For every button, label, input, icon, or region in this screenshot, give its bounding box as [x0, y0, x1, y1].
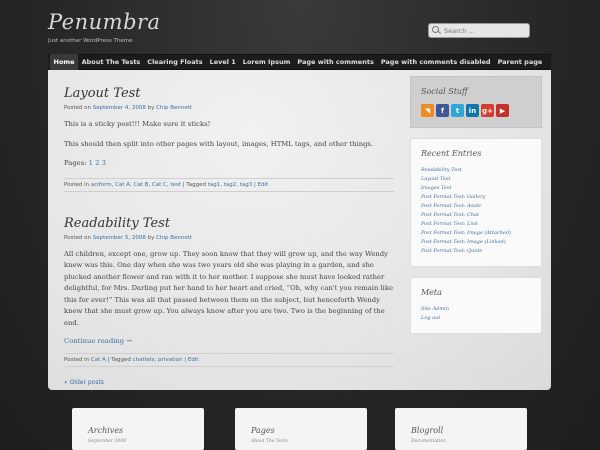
nav-item-lorem-ipsum[interactable]: Lorem Ipsum [239, 54, 294, 70]
recent-entry-link[interactable]: Post Format Test: Image (Linked) [421, 238, 531, 247]
meta-by: by [147, 105, 155, 111]
post-paragraph: This should then split into other pages … [64, 139, 374, 148]
site-tagline: Just another WordPress Theme [48, 38, 133, 44]
footer-widget-link[interactable]: Documentation [411, 439, 511, 444]
post-layout-test: Layout Test Posted on September 4, 2008 … [64, 86, 394, 192]
pages-label: Pages: [64, 159, 87, 167]
main-nav: Home About The Tests Clearing Floats Lev… [48, 54, 551, 70]
recent-entry-link[interactable]: Layout Test [421, 175, 531, 184]
edit-link[interactable]: | Edit [254, 182, 268, 188]
content-wrapper: Layout Test Posted on September 4, 2008 … [48, 70, 551, 390]
widget-title: Recent Entries [421, 149, 482, 158]
footer-widget-title: Archives [88, 426, 124, 435]
page-link-1[interactable]: 1 [89, 159, 93, 167]
meta-link[interactable]: Site Admin [421, 305, 531, 314]
site-title[interactable]: Penumbra [48, 10, 161, 34]
youtube-icon[interactable]: ▶ [496, 104, 509, 117]
post-tags[interactable]: tag1, tag2, tag3 [208, 182, 253, 188]
post-title[interactable]: Readability Test [64, 216, 394, 231]
recent-entries-list: Readability Test Layout Test Images Test Po… [421, 166, 531, 256]
recent-entry-link[interactable]: Images Test [421, 184, 531, 193]
posted-in-label: Posted in [64, 181, 90, 188]
nav-item-parent-page[interactable]: Parent page [494, 54, 546, 70]
posted-in-label: Posted in [64, 357, 90, 363]
rss-icon[interactable]: ◥ [421, 104, 434, 117]
meta-list: Site Admin Log out [421, 305, 531, 323]
footer-widget-title: Blogroll [411, 426, 444, 435]
footer-widget-link[interactable]: September 2008 [88, 439, 188, 444]
post-meta: Posted on September 5, 2008 by Chip Benn… [64, 235, 394, 241]
social-widget: Social Stuff ◥ f t in g+ ▶ [410, 76, 542, 128]
facebook-icon[interactable]: f [436, 104, 449, 117]
edit-link[interactable]: | Edit [184, 357, 198, 363]
post-body: All children, except one, grow up. They … [64, 249, 394, 330]
post-meta: Posted on September 4, 2008 by Chip Benn… [64, 105, 394, 111]
post-date-link[interactable]: September 5, 2008 [93, 235, 146, 241]
nav-item-home[interactable]: Home [50, 54, 79, 70]
recent-entry-link[interactable]: Post Format Test: Aside [421, 202, 531, 211]
recent-entry-link[interactable]: Post Format Test: Quote [421, 247, 531, 256]
twitter-icon[interactable]: t [451, 104, 464, 117]
footer-widget-link[interactable]: About The Tests [251, 439, 351, 444]
search-box[interactable] [428, 23, 530, 38]
post-body: This is a sticky post!!! Make sure it st… [64, 119, 394, 170]
post-date-link[interactable]: September 4, 2008 [93, 105, 146, 111]
footer-widget-blogroll: Blogroll Documentation [395, 408, 527, 450]
page-link-2[interactable]: 2 [95, 159, 99, 167]
search-input[interactable] [444, 26, 524, 35]
site-header: Penumbra Just another WordPress Theme [0, 0, 600, 54]
meta-prefix: Posted on [64, 105, 91, 111]
googleplus-icon[interactable]: g+ [481, 104, 494, 117]
nav-item-page-with-comments-disabled[interactable]: Page with comments disabled [377, 54, 494, 70]
tagged-label: | Tagged [182, 181, 206, 188]
search-icon [432, 26, 441, 35]
post-author-link[interactable]: Chip Bennett [156, 105, 192, 111]
widget-title: Meta [421, 288, 442, 297]
social-icons: ◥ f t in g+ ▶ [421, 104, 531, 117]
recent-entry-link[interactable]: Post Format Test: Image (Attached) [421, 229, 531, 238]
footer-widgets: Archives September 2008 Pages About The … [72, 408, 542, 450]
post-title[interactable]: Layout Test [64, 86, 394, 101]
nav-item-page-with-comments[interactable]: Page with comments [294, 54, 377, 70]
recent-entry-link[interactable]: Post Format Test: Gallery [421, 193, 531, 202]
post-footer-meta: Posted in aciform, Cat A, Cat B, Cat C, … [64, 177, 394, 192]
footer-widget-title: Pages [251, 426, 275, 435]
page-link-3[interactable]: 3 [102, 159, 106, 167]
post-categories[interactable]: aciform, Cat A, Cat B, Cat C, test [91, 182, 181, 188]
post-pagination: Pages: 1 2 3 [64, 158, 394, 170]
tagged-label: | Tagged [107, 357, 131, 363]
post-footer-meta: Posted in Cat A | Tagged chattels, priva… [64, 353, 394, 367]
meta-by: by [147, 234, 155, 241]
post-tags[interactable]: chattels, privation [133, 357, 183, 363]
continue-reading-link[interactable]: Continue reading → [64, 337, 394, 345]
nav-item-level-1[interactable]: Level 1 [206, 54, 239, 70]
older-posts-link[interactable]: « Older posts [64, 379, 394, 386]
footer-widget-pages: Pages About The Tests [235, 408, 367, 450]
recent-entry-link[interactable]: Post Format Test: Link [421, 220, 531, 229]
post-categories[interactable]: Cat A [91, 357, 106, 363]
footer-widget-archives: Archives September 2008 [72, 408, 204, 450]
post-author-link[interactable]: Chip Bennett [156, 235, 192, 241]
recent-entry-link[interactable]: Readability Test [421, 166, 531, 175]
recent-entries-widget: Recent Entries Readability Test Layout Te… [410, 138, 542, 267]
linkedin-icon[interactable]: in [466, 104, 479, 117]
meta-widget: Meta Site Admin Log out [410, 277, 542, 334]
nav-item-clearing-floats[interactable]: Clearing Floats [144, 54, 206, 70]
sidebar: Social Stuff ◥ f t in g+ ▶ Recent Entries Rea… [410, 76, 542, 344]
nav-item-about-the-tests[interactable]: About The Tests [78, 54, 144, 70]
recent-entry-link[interactable]: Post Format Test: Chat [421, 211, 531, 220]
post-readability-test: Readability Test Posted on September 5, … [64, 216, 394, 367]
meta-prefix: Posted on [64, 234, 91, 241]
meta-link[interactable]: Log out [421, 314, 531, 323]
post-paragraph: This is a sticky post!!! Make sure it st… [64, 120, 211, 128]
widget-title: Social Stuff [421, 87, 468, 96]
main-content: Layout Test Posted on September 4, 2008 … [64, 86, 394, 386]
post-paragraph: All children, except one, grow up. They … [64, 249, 393, 327]
